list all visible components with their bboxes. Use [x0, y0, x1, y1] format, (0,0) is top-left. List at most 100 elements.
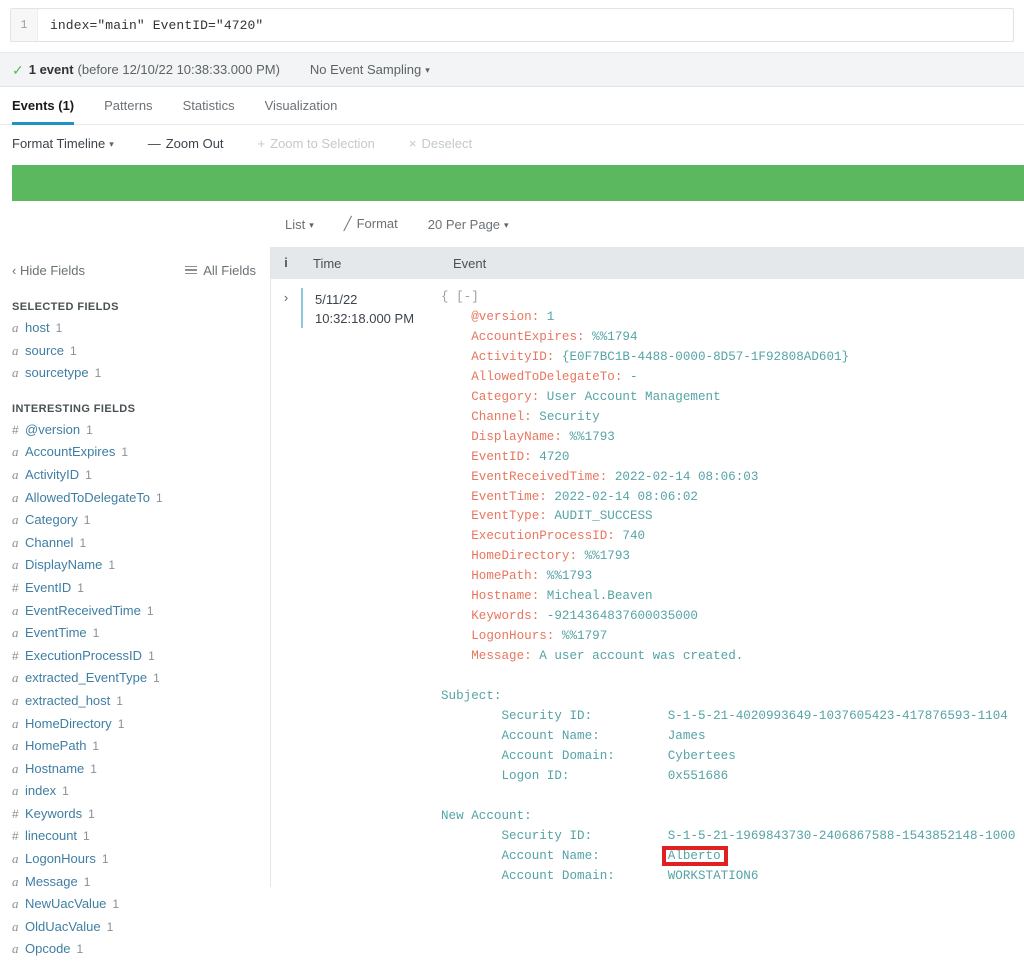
sidebar-field-keywords[interactable]: #Keywords1 — [0, 803, 270, 826]
format-timeline-dropdown[interactable]: Format Timeline▾ — [12, 136, 114, 151]
event-sampling-label: No Event Sampling — [310, 62, 421, 77]
sidebar-field-label: index — [25, 781, 56, 801]
hide-fields-label: Hide Fields — [20, 263, 85, 278]
event-json-value: A user account was created. — [532, 649, 744, 663]
selected-fields-heading: SELECTED FIELDS — [12, 301, 270, 313]
sidebar-field-count: 1 — [84, 511, 91, 531]
deselect-label: Deselect — [422, 136, 473, 151]
sidebar-field-count: 1 — [83, 827, 90, 847]
event-json-blank — [441, 787, 1024, 807]
string-type-icon: a — [12, 488, 25, 508]
sidebar-field-host[interactable]: ahost1 — [0, 317, 270, 340]
sidebar-field-hostname[interactable]: aHostname1 — [0, 758, 270, 781]
sidebar-field-channel[interactable]: aChannel1 — [0, 532, 270, 555]
sidebar-field-label: sourcetype — [25, 363, 89, 383]
event-json-body[interactable]: { [-] @version: 1 AccountExpires: %%1794… — [431, 288, 1024, 887]
string-type-icon: a — [12, 939, 25, 959]
sidebar-field-label: Channel — [25, 533, 73, 553]
sidebar-field-extracted_host[interactable]: aextracted_host1 — [0, 690, 270, 713]
sidebar-field-label: source — [25, 341, 64, 361]
sidebar-field-count: 1 — [102, 850, 109, 870]
sidebar-field-executionprocessid[interactable]: #ExecutionProcessID1 — [0, 645, 270, 668]
sidebar-field-homedirectory[interactable]: aHomeDirectory1 — [0, 713, 270, 736]
search-query-text[interactable]: index="main" EventID="4720" — [38, 9, 1013, 41]
chevron-down-icon: ▾ — [309, 220, 314, 231]
sidebar-field-opcode[interactable]: aOpcode1 — [0, 938, 270, 961]
sidebar-field-allowedtodelegateto[interactable]: aAllowedToDelegateTo1 — [0, 487, 270, 510]
block-row-label: Account Domain: — [441, 749, 668, 763]
event-json-value: - — [622, 370, 637, 384]
timeline-histogram-bar[interactable] — [12, 165, 1024, 201]
event-json-field: DisplayName: %%1793 — [441, 428, 1024, 448]
block-row-value: 0x551686 — [668, 769, 728, 783]
chevron-left-icon: ‹ — [12, 263, 16, 278]
sidebar-field-eventreceivedtime[interactable]: aEventReceivedTime1 — [0, 600, 270, 623]
expand-row-icon[interactable]: › — [271, 288, 301, 305]
sidebar-field-message[interactable]: aMessage1 — [0, 871, 270, 894]
event-timestamp[interactable]: 5/11/22 10:32:18.000 PM — [301, 288, 431, 328]
block-row-label: Account Name: — [441, 729, 668, 743]
per-page-label: 20 Per Page — [428, 217, 500, 232]
event-sampling-dropdown[interactable]: No Event Sampling▾ — [310, 62, 430, 77]
search-status-bar: ✓ 1 event (before 12/10/22 10:38:33.000 … — [0, 52, 1024, 87]
check-icon: ✓ — [12, 63, 24, 77]
sidebar-field-olduacvalue[interactable]: aOldUacValue1 — [0, 916, 270, 939]
sidebar-field-activityid[interactable]: aActivityID1 — [0, 464, 270, 487]
sidebar-field-source[interactable]: asource1 — [0, 340, 270, 363]
block-title: New Account: — [441, 809, 532, 823]
tab-patterns[interactable]: Patterns — [104, 98, 152, 125]
sidebar-field-label: AllowedToDelegateTo — [25, 488, 150, 508]
selected-fields-list: ahost1asource1asourcetype1 — [0, 317, 270, 385]
format-results-button[interactable]: ╱Format — [344, 216, 398, 232]
view-mode-dropdown[interactable]: List▾ — [285, 217, 314, 232]
zoom-out-button[interactable]: —Zoom Out — [148, 136, 224, 151]
event-date: 5/11/22 — [315, 290, 431, 309]
per-page-dropdown[interactable]: 20 Per Page▾ — [428, 217, 509, 232]
collapse-toggle-icon[interactable]: [-] — [456, 290, 479, 304]
event-json-block-row: Account Domain: WORKSTATION6 — [441, 867, 1024, 887]
tab-statistics[interactable]: Statistics — [183, 98, 235, 125]
sidebar-field-label: LogonHours — [25, 849, 96, 869]
tab-visualization[interactable]: Visualization — [265, 98, 338, 125]
sidebar-field-count: 1 — [107, 918, 114, 938]
event-json-field: ExecutionProcessID: 740 — [441, 527, 1024, 547]
block-row-value: WORKSTATION6 — [668, 869, 759, 883]
hide-fields-button[interactable]: ‹ Hide Fields — [12, 263, 85, 278]
string-type-icon: a — [12, 668, 25, 688]
event-json-field: Category: User Account Management — [441, 388, 1024, 408]
event-json-field: AccountExpires: %%1794 — [441, 328, 1024, 348]
chevron-down-icon: ▾ — [109, 139, 114, 150]
zoom-to-selection-button: +Zoom to Selection — [258, 136, 375, 151]
sidebar-field-linecount[interactable]: #linecount1 — [0, 825, 270, 848]
sidebar-field-label: EventID — [25, 578, 71, 598]
timeline-toolbar: Format Timeline▾ —Zoom Out +Zoom to Sele… — [0, 125, 1024, 161]
sidebar-field-category[interactable]: aCategory1 — [0, 509, 270, 532]
string-type-icon: a — [12, 917, 25, 937]
sidebar-field-@version[interactable]: #@version1 — [0, 419, 270, 442]
sidebar-field-count: 1 — [108, 556, 115, 576]
sidebar-field-displayname[interactable]: aDisplayName1 — [0, 554, 270, 577]
results-body: ‹ Hide Fields All Fields SELECTED FIELDS… — [0, 247, 1024, 890]
event-json-field: HomePath: %%1793 — [441, 567, 1024, 587]
sidebar-field-eventid[interactable]: #EventID1 — [0, 577, 270, 600]
all-fields-button[interactable]: All Fields — [185, 263, 256, 278]
sidebar-field-extracted_eventtype[interactable]: aextracted_EventType1 — [0, 667, 270, 690]
sidebar-field-newuacvalue[interactable]: aNewUacValue1 — [0, 893, 270, 916]
sidebar-field-logonhours[interactable]: aLogonHours1 — [0, 848, 270, 871]
event-json-blank — [441, 667, 1024, 687]
block-row-label: Logon ID: — [441, 769, 668, 783]
spl-search-input[interactable]: 1 index="main" EventID="4720" — [10, 8, 1014, 42]
sidebar-field-sourcetype[interactable]: asourcetype1 — [0, 362, 270, 385]
string-type-icon: a — [12, 601, 25, 621]
string-type-icon: a — [12, 363, 25, 383]
sidebar-field-index[interactable]: aindex1 — [0, 780, 270, 803]
table-row: › 5/11/22 10:32:18.000 PM { [-] @version… — [271, 279, 1024, 887]
sidebar-field-count: 1 — [86, 421, 93, 441]
event-json-key: HomePath: — [441, 569, 539, 583]
sidebar-field-accountexpires[interactable]: aAccountExpires1 — [0, 441, 270, 464]
event-json-key: LogonHours: — [441, 629, 554, 643]
tab-events[interactable]: Events (1) — [12, 98, 74, 125]
sidebar-field-eventtime[interactable]: aEventTime1 — [0, 622, 270, 645]
sidebar-field-homepath[interactable]: aHomePath1 — [0, 735, 270, 758]
event-time: 10:32:18.000 PM — [315, 309, 431, 328]
